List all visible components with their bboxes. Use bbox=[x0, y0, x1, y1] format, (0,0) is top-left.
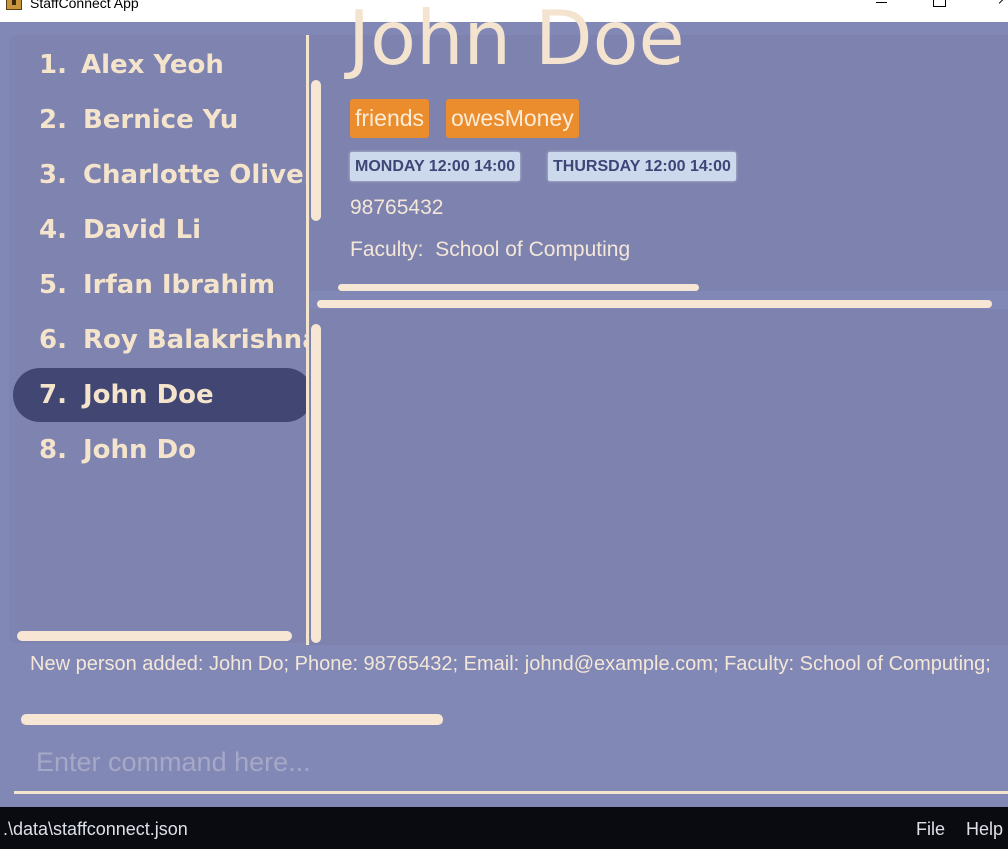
list-item-index: 8. bbox=[39, 435, 67, 465]
list-item-index: 5. bbox=[39, 270, 67, 300]
list-item-index: 7. bbox=[39, 380, 67, 410]
details-vertical-scrollbar[interactable] bbox=[311, 80, 321, 221]
tag-badge: friends bbox=[350, 99, 430, 138]
list-item[interactable]: 6. Roy Balakrishnan bbox=[13, 313, 309, 367]
split-pane-divider[interactable] bbox=[306, 35, 309, 645]
person-phone: 98765432 bbox=[350, 196, 444, 219]
status-bar: .\data\staffconnect.json File Help bbox=[0, 807, 1008, 849]
person-faculty: Faculty: School of Computing bbox=[350, 238, 630, 262]
save-file-path: .\data\staffconnect.json bbox=[3, 819, 188, 839]
list-item-name: Roy Balakrishnan bbox=[82, 325, 309, 355]
list-item-name: Bernice Yu bbox=[82, 105, 239, 135]
secondary-vertical-scrollbar[interactable] bbox=[311, 324, 321, 643]
menu-help[interactable]: Help bbox=[966, 819, 1003, 840]
list-item-name: Irfan Ibrahim bbox=[82, 270, 276, 300]
list-item[interactable]: 2. Bernice Yu bbox=[13, 93, 309, 147]
maximize-icon[interactable] bbox=[929, 0, 949, 14]
list-item-index: 2. bbox=[39, 105, 67, 135]
person-details-panel: John Doe friends owesMoney MONDAY 12:00 … bbox=[310, 0, 1008, 291]
list-item[interactable]: 4. David Li bbox=[13, 203, 309, 257]
details-horizontal-scrollbar[interactable] bbox=[338, 284, 699, 291]
result-horizontal-scrollbar[interactable] bbox=[21, 714, 443, 725]
result-message: New person added: John Do; Phone: 987654… bbox=[30, 653, 991, 675]
faculty-value: School of Computing bbox=[435, 238, 631, 261]
window-title: StaffConnect App bbox=[30, 0, 139, 11]
person-name: John Doe bbox=[348, 0, 685, 82]
list-item[interactable]: 1. Alex Yeoh bbox=[13, 38, 309, 92]
availability-badge: THURSDAY 12:00 14:00 bbox=[548, 152, 736, 181]
close-icon[interactable] bbox=[985, 0, 1005, 14]
list-item-index: 4. bbox=[39, 215, 67, 245]
faculty-label: Faculty: bbox=[350, 238, 424, 261]
list-item-name: David Li bbox=[82, 215, 202, 245]
command-input[interactable] bbox=[17, 740, 1008, 784]
list-item-name: Charlotte Oliveiro bbox=[82, 160, 309, 190]
secondary-panel bbox=[310, 309, 1008, 645]
list-horizontal-scrollbar[interactable] bbox=[17, 631, 292, 641]
list-item-name: John Do bbox=[82, 435, 197, 465]
person-list-panel: 1. Alex Yeoh 2. Bernice Yu 3. Charlotte Oli… bbox=[9, 35, 309, 643]
minimize-icon[interactable] bbox=[872, 0, 892, 14]
details-section-scrollbar[interactable] bbox=[317, 300, 992, 308]
list-item-index: 1. bbox=[39, 50, 67, 80]
list-item-name: Alex Yeoh bbox=[80, 50, 224, 80]
availability-badge: MONDAY 12:00 14:00 bbox=[350, 152, 521, 181]
list-item[interactable]: 8. John Do bbox=[13, 423, 309, 477]
app-icon bbox=[6, 0, 22, 10]
list-item[interactable]: 3. Charlotte Oliveiro bbox=[13, 148, 309, 202]
list-item-selected[interactable]: 7. John Doe bbox=[13, 368, 309, 422]
list-item-name: John Doe bbox=[82, 380, 214, 410]
list-item-index: 3. bbox=[39, 160, 67, 190]
list-item[interactable]: 5. Irfan Ibrahim bbox=[13, 258, 309, 312]
tag-badge: owesMoney bbox=[446, 99, 579, 138]
command-underline bbox=[14, 791, 1008, 794]
menu-file[interactable]: File bbox=[916, 819, 945, 840]
list-item-index: 6. bbox=[39, 325, 67, 355]
